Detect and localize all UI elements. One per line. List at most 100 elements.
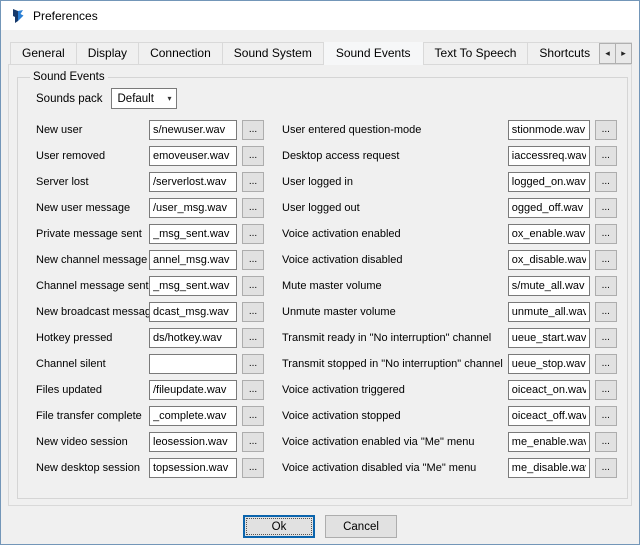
event-label: Voice activation triggered: [282, 384, 503, 396]
browse-button[interactable]: ...: [242, 302, 264, 322]
tab-display[interactable]: Display: [76, 42, 139, 65]
event-input[interactable]: [149, 380, 237, 400]
event-input[interactable]: [508, 276, 590, 296]
event-input[interactable]: [149, 328, 237, 348]
sounds-pack-select[interactable]: Default ▾: [111, 88, 177, 109]
event-input[interactable]: [508, 432, 590, 452]
event-input[interactable]: [508, 146, 590, 166]
event-label: Transmit ready in "No interruption" chan…: [282, 332, 503, 344]
browse-button[interactable]: ...: [242, 406, 264, 426]
tab-scroll-right-icon[interactable]: ▸: [615, 43, 632, 64]
browse-button[interactable]: ...: [595, 224, 617, 244]
event-input[interactable]: [149, 458, 237, 478]
event-input[interactable]: [508, 224, 590, 244]
event-input[interactable]: [149, 406, 237, 426]
browse-button[interactable]: ...: [595, 432, 617, 452]
browse-button[interactable]: ...: [595, 276, 617, 296]
browse-button[interactable]: ...: [595, 172, 617, 192]
event-label: Voice activation disabled: [282, 254, 503, 266]
event-column-left: New user ... User removed ... Server los…: [36, 120, 264, 484]
titlebar: Preferences: [1, 1, 639, 30]
event-row-new-desktop-session: New desktop session ...: [36, 458, 264, 478]
event-input[interactable]: [149, 120, 237, 140]
event-input[interactable]: [508, 198, 590, 218]
event-input[interactable]: [508, 458, 590, 478]
tab-page-sound-events: Sound Events Sounds pack Default ▾ New u…: [8, 64, 632, 506]
tab-shortcuts[interactable]: Shortcuts: [527, 42, 602, 65]
event-row-channel-message-sent: Channel message sent ...: [36, 276, 264, 296]
event-row-file-transfer-complete: File transfer complete ...: [36, 406, 264, 426]
event-row-user-removed: User removed ...: [36, 146, 264, 166]
event-label: Channel message sent: [36, 280, 144, 292]
browse-button[interactable]: ...: [242, 354, 264, 374]
event-row-desktop-access-request: Desktop access request ...: [282, 146, 617, 166]
browse-button[interactable]: ...: [595, 120, 617, 140]
tab-strip: General Display Connection Sound System …: [8, 42, 632, 65]
event-row-voice-activation-triggered: Voice activation triggered ...: [282, 380, 617, 400]
event-label: File transfer complete: [36, 410, 144, 422]
browse-button[interactable]: ...: [242, 224, 264, 244]
browse-button[interactable]: ...: [242, 172, 264, 192]
event-row-files-updated: Files updated ...: [36, 380, 264, 400]
event-input[interactable]: [508, 354, 590, 374]
event-input[interactable]: [508, 172, 590, 192]
event-label: Transmit stopped in "No interruption" ch…: [282, 358, 503, 370]
browse-button[interactable]: ...: [242, 146, 264, 166]
tab-sound-events[interactable]: Sound Events: [323, 42, 424, 65]
event-input[interactable]: [508, 380, 590, 400]
event-input[interactable]: [149, 198, 237, 218]
event-input[interactable]: [508, 250, 590, 270]
browse-button[interactable]: ...: [595, 458, 617, 478]
browse-button[interactable]: ...: [242, 328, 264, 348]
event-input[interactable]: [149, 224, 237, 244]
tab-connection[interactable]: Connection: [138, 42, 223, 65]
browse-button[interactable]: ...: [595, 406, 617, 426]
browse-button[interactable]: ...: [242, 120, 264, 140]
cancel-button[interactable]: Cancel: [325, 515, 397, 538]
event-row-question-mode: User entered question-mode ...: [282, 120, 617, 140]
browse-button[interactable]: ...: [595, 380, 617, 400]
ok-button[interactable]: Ok: [243, 515, 315, 538]
event-input[interactable]: [508, 328, 590, 348]
browse-button[interactable]: ...: [595, 328, 617, 348]
browse-button[interactable]: ...: [242, 276, 264, 296]
event-label: New user message: [36, 202, 144, 214]
event-label: User logged in: [282, 176, 503, 188]
event-input[interactable]: [149, 276, 237, 296]
browse-button[interactable]: ...: [595, 250, 617, 270]
event-row-new-broadcast-message: New broadcast message ...: [36, 302, 264, 322]
event-label: Desktop access request: [282, 150, 503, 162]
event-input[interactable]: [508, 302, 590, 322]
event-row-voice-activation-enabled: Voice activation enabled ...: [282, 224, 617, 244]
browse-button[interactable]: ...: [595, 302, 617, 322]
event-column-right: User entered question-mode ... Desktop a…: [282, 120, 617, 484]
browse-button[interactable]: ...: [242, 458, 264, 478]
browse-button[interactable]: ...: [242, 380, 264, 400]
tab-sound-system[interactable]: Sound System: [222, 42, 324, 65]
event-input[interactable]: [508, 120, 590, 140]
browse-button[interactable]: ...: [595, 198, 617, 218]
event-input[interactable]: [508, 406, 590, 426]
browse-button[interactable]: ...: [595, 354, 617, 374]
event-label: New user: [36, 124, 144, 136]
chevron-down-icon: ▾: [167, 94, 171, 103]
tab-text-to-speech[interactable]: Text To Speech: [423, 42, 529, 65]
event-input[interactable]: [149, 354, 237, 374]
event-input[interactable]: [149, 432, 237, 452]
browse-button[interactable]: ...: [242, 250, 264, 270]
event-input[interactable]: [149, 172, 237, 192]
tab-scroll-left-icon[interactable]: ◂: [599, 43, 616, 64]
window-title: Preferences: [33, 9, 98, 23]
browse-button[interactable]: ...: [242, 432, 264, 452]
event-input[interactable]: [149, 146, 237, 166]
tab-general[interactable]: General: [10, 42, 77, 65]
event-label: Channel silent: [36, 358, 144, 370]
event-label: Unmute master volume: [282, 306, 503, 318]
event-label: User removed: [36, 150, 144, 162]
event-input[interactable]: [149, 250, 237, 270]
event-input[interactable]: [149, 302, 237, 322]
browse-button[interactable]: ...: [242, 198, 264, 218]
browse-button[interactable]: ...: [595, 146, 617, 166]
event-row-server-lost: Server lost ...: [36, 172, 264, 192]
preferences-window: Preferences General Display Connection S…: [0, 0, 640, 545]
